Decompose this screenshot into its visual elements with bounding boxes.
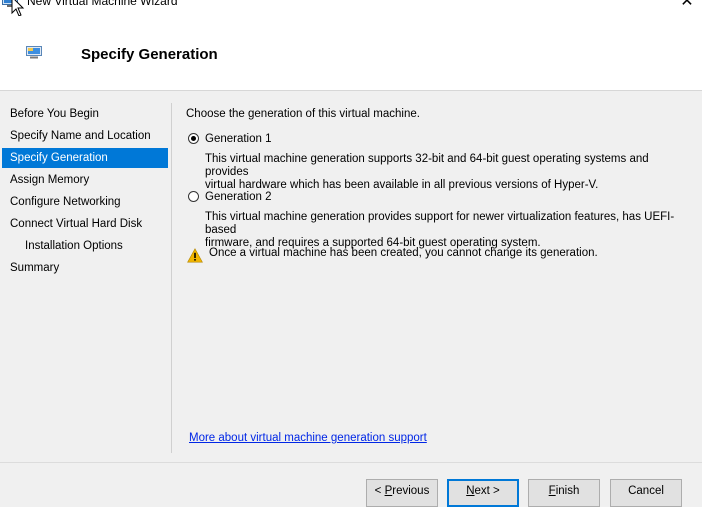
generation-support-link[interactable]: More about virtual machine generation su… [189, 432, 427, 444]
warning-icon [187, 248, 203, 263]
footer-divider [0, 462, 702, 463]
page-title: Specify Generation [81, 46, 218, 63]
next-button[interactable]: Next > [447, 479, 519, 507]
generation-1-label[interactable]: Generation 1 [205, 133, 272, 145]
virtual-machine-icon [26, 46, 42, 59]
close-icon[interactable]: ✕ [678, 0, 696, 9]
next-accesskey: N [466, 485, 475, 497]
generation-2-description-line1: This virtual machine generation provides… [205, 211, 675, 236]
nav-installation-options[interactable]: Installation Options [2, 236, 168, 256]
sidebar-divider [171, 103, 172, 453]
window-title: New Virtual Machine Wizard [27, 0, 178, 8]
finish-button[interactable]: Finish [528, 479, 600, 507]
wizard-steps-nav: Before You Begin Specify Name and Locati… [0, 91, 170, 456]
finish-rest: inish [555, 485, 580, 497]
nav-before-you-begin[interactable]: Before You Begin [2, 104, 168, 124]
cancel-button[interactable]: Cancel [610, 479, 682, 507]
generation-1-description-line2: virtual hardware which has been availabl… [205, 179, 599, 191]
next-rest: ext > [474, 485, 500, 497]
generation-2-radio[interactable] [188, 191, 199, 202]
generation-1-radio[interactable] [188, 133, 199, 144]
finish-accesskey: F [548, 485, 556, 497]
radio-selected-dot [191, 136, 196, 141]
nav-specify-generation[interactable]: Specify Generation [2, 148, 168, 168]
nav-summary[interactable]: Summary [2, 258, 168, 278]
generation-2-label[interactable]: Generation 2 [205, 191, 272, 203]
title-bar: New Virtual Machine Wizard ✕ [0, 0, 702, 17]
previous-button[interactable]: < Previous [366, 479, 438, 507]
generation-1-description: This virtual machine generation supports… [205, 153, 695, 192]
nav-connect-virtual-hard-disk[interactable]: Connect Virtual Hard Disk [2, 214, 168, 234]
previous-prefix: < [374, 485, 385, 497]
generation-2-description: This virtual machine generation provides… [205, 211, 695, 250]
nav-configure-networking[interactable]: Configure Networking [2, 192, 168, 212]
generation-prompt: Choose the generation of this virtual ma… [186, 108, 420, 120]
previous-rest: revious [392, 485, 430, 497]
wizard-header: Specify Generation [0, 16, 702, 91]
generation-1-description-line1: This virtual machine generation supports… [205, 153, 649, 178]
warning-text: Once a virtual machine has been created,… [209, 247, 598, 259]
nav-assign-memory[interactable]: Assign Memory [2, 170, 168, 190]
nav-specify-name-location[interactable]: Specify Name and Location [2, 126, 168, 146]
